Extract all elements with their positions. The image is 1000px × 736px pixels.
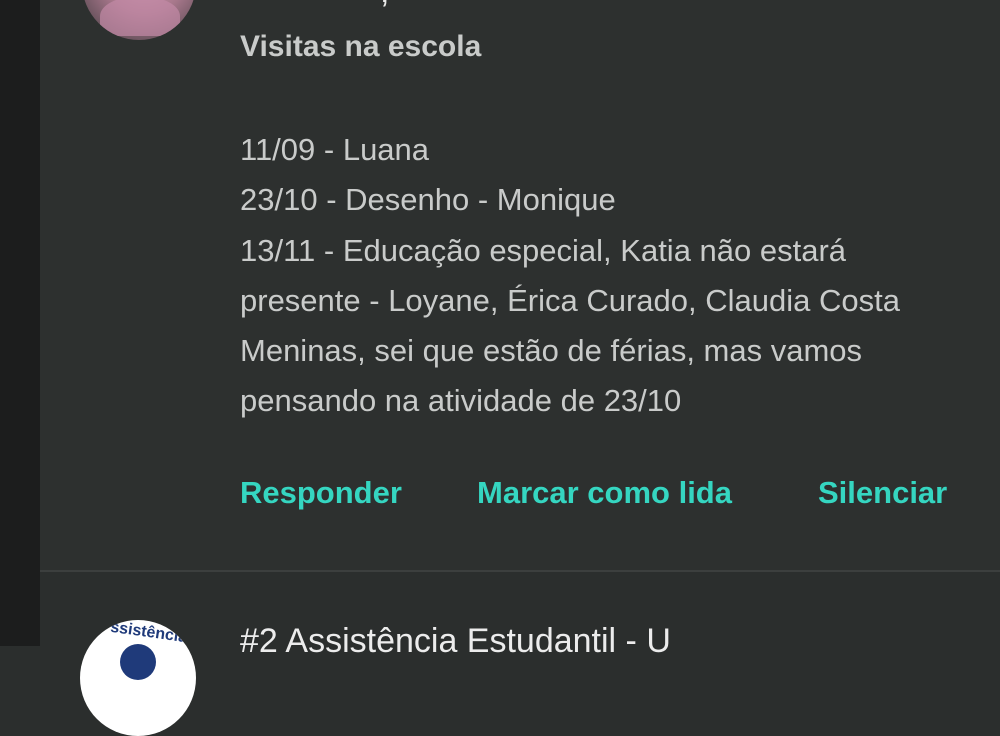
message-body: 11/09 - Luana 23/10 - Desenho - Monique … [240, 125, 980, 427]
sender-avatar [82, 0, 196, 40]
body-line: 23/10 - Desenho - Monique [240, 182, 616, 218]
mark-as-read-button[interactable]: Marcar como lida [477, 475, 732, 511]
group-avatar: ssistência [80, 620, 196, 736]
body-line: 11/09 - Luana [240, 132, 430, 167]
body-line: pensando na atividade de 23/10 [240, 383, 682, 419]
notification-actions: Responder Marcar como lida Silenciar [240, 475, 960, 519]
body-line: Meninas, sei que estão de férias, mas va… [240, 333, 863, 369]
reply-button[interactable]: Responder [240, 475, 402, 511]
body-line: 13/11 - Educação especial, Katia não est… [240, 232, 847, 268]
body-line: presente - Loyane, Érica Curado, Claudia… [240, 282, 900, 318]
emblem-icon [120, 644, 156, 680]
left-edge-panel [0, 0, 40, 646]
sender-name-partial: , [380, 0, 391, 11]
next-notification-title: #2 Assistência Estudantil - U [240, 622, 671, 660]
message-subject: Visitas na escola [240, 30, 482, 63]
mute-button[interactable]: Silenciar [818, 475, 947, 511]
